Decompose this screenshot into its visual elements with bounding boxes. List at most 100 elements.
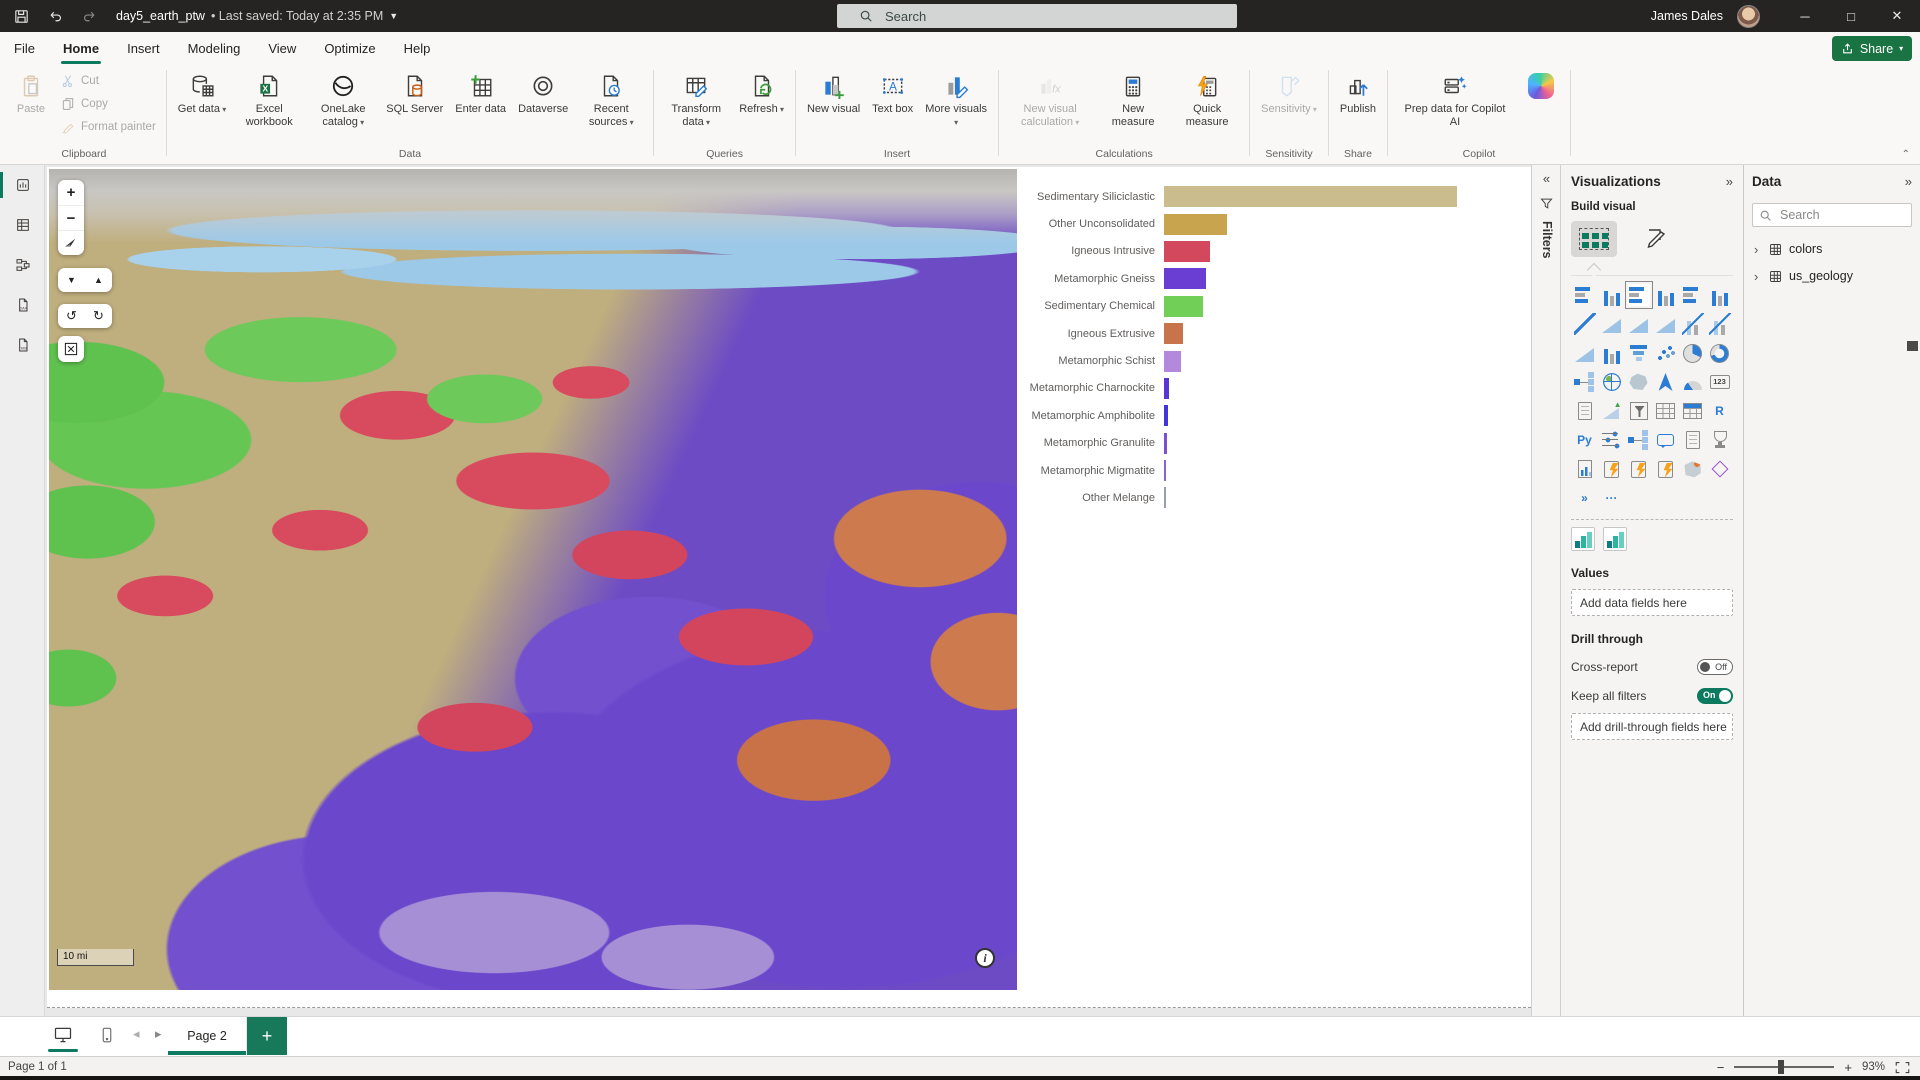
viz-icon-r-script-visual[interactable] [1706,400,1733,422]
zoom-slider[interactable] [1734,1066,1834,1068]
undo-icon[interactable] [42,3,68,29]
zoom-in-icon[interactable]: + [1844,1060,1852,1075]
viz-icon-map[interactable] [1598,371,1625,393]
chart-bar[interactable] [1164,268,1206,289]
viz-icon-line-chart[interactable] [1571,313,1598,335]
viz-icon-clustered-column-chart[interactable] [1652,284,1679,306]
viz-icon-multi-row-card[interactable] [1571,400,1598,422]
viz-icon-qa-visual[interactable] [1652,429,1679,451]
map-pitch-up-button[interactable]: ▲ [85,268,112,292]
global-search-box[interactable] [837,4,1237,28]
share-button[interactable]: Share ▾ [1832,36,1912,61]
search-input[interactable] [883,8,1183,25]
viz-icon-metrics[interactable] [1706,429,1733,451]
avatar[interactable] [1737,5,1760,28]
ribbon-button-sql-server[interactable]: SQL Server [381,68,448,118]
viz-icon-100-stacked-column-chart[interactable] [1706,284,1733,306]
ribbon-button-copilot[interactable] [1518,68,1564,105]
chart-bar[interactable] [1164,378,1169,399]
viz-icon-power-automate[interactable] [1625,458,1652,480]
viz-icon-donut-chart[interactable] [1706,342,1733,364]
chart-bar[interactable] [1164,214,1227,235]
viz-icon-line-and-clustered-column-chart[interactable] [1706,313,1733,335]
chart-bar[interactable] [1164,241,1210,262]
data-table-colors[interactable]: ›colors [1752,237,1912,261]
viz-icon-100-stacked-area-chart[interactable] [1652,313,1679,335]
ribbon-button-excel-workbook[interactable]: XExcel workbook [233,68,305,131]
viz-icon-gauge[interactable] [1679,371,1706,393]
fit-to-page-icon[interactable] [1895,1061,1910,1074]
chart-bar[interactable] [1164,460,1166,481]
ribbon-button-prep-data-for-copilot[interactable]: Prep data for Copilot AI [1394,68,1516,131]
viz-icon-new-slicer[interactable] [1598,429,1625,451]
viz-icon-table[interactable] [1652,400,1679,422]
viz-icon-kpi[interactable] [1598,400,1625,422]
viz-icon-clustered-bar-chart[interactable] [1625,284,1652,306]
chart-bar[interactable] [1164,433,1167,454]
ribbon-tab-optimize[interactable]: Optimize [310,32,389,64]
data-search-box[interactable] [1752,203,1912,227]
chart-bar[interactable] [1164,405,1168,426]
map-pitch-down-button[interactable]: ▼ [58,268,85,292]
page-tab[interactable]: Page 2 [168,1017,247,1055]
viz-icon-arcgis-maps[interactable] [1679,458,1706,480]
viz-icon-azure-map[interactable] [1652,371,1679,393]
ribbon-tab-home[interactable]: Home [49,32,113,64]
expand-chevron-icon[interactable]: › [1754,242,1762,257]
report-canvas[interactable]: + − ▼ ▲ ↺ ↻ 10 mi i Sedimentary [47,167,1531,1008]
ribbon-button-transform-data[interactable]: Transform data ▾ [660,68,732,131]
ribbon-button-enter-data[interactable]: Enter data [450,68,511,118]
rail-item-dax-query-view[interactable]: DAX [0,285,45,325]
filter-funnel-icon[interactable] [1532,191,1561,215]
viz-icon-paginated-report[interactable] [1571,458,1598,480]
scrollbar-thumb[interactable] [1907,341,1918,351]
viz-icon-area-chart[interactable] [1598,313,1625,335]
viz-icon-waterfall-chart[interactable] [1598,342,1625,364]
map-attribution-info-icon[interactable]: i [975,948,995,968]
geology-terrain-map[interactable] [49,169,1017,990]
filters-expand-icon[interactable]: « [1532,165,1561,191]
ribbon-tab-file[interactable]: File [0,32,49,64]
ribbon-button-new-visual-calculation[interactable]: fxNew visual calculation ▾ [1005,68,1095,131]
chart-bar[interactable] [1164,487,1166,508]
map-rotate-cw-button[interactable]: ↻ [85,304,112,328]
drill-through-field-well[interactable]: Add drill-through fields here [1571,713,1733,740]
new-page-button[interactable]: + [247,1017,287,1055]
zoom-slider-thumb[interactable] [1778,1060,1784,1074]
data-search-input[interactable] [1778,207,1898,223]
chart-bar[interactable] [1164,186,1457,207]
viz-icon-power-platform[interactable] [1571,487,1598,509]
mobile-layout-icon[interactable] [92,1023,122,1047]
data-table-us_geology[interactable]: ›us_geology [1752,264,1912,288]
visualizations-collapse-icon[interactable]: » [1726,174,1733,189]
viz-icon-card[interactable] [1706,371,1733,393]
rail-item-report-view[interactable] [0,165,45,205]
ribbon-button-new-measure[interactable]: New measure [1097,68,1169,131]
ribbon-tab-help[interactable]: Help [390,32,445,64]
next-page-chevron-icon[interactable]: ▸ [155,1026,162,1042]
ribbon-button-more-visuals[interactable]: More visuals ▾ [920,68,992,131]
rail-item-table-view[interactable] [0,205,45,245]
ribbon-button-cut[interactable]: Cut [56,72,160,90]
viz-icon-more-options[interactable] [1598,487,1625,509]
viz-icon-matrix[interactable] [1679,400,1706,422]
viz-icon-ribb​on-chart[interactable] [1571,342,1598,364]
viz-icon-stacked-bar-chart[interactable] [1571,284,1598,306]
viz-icon-custom-visual-1[interactable] [1571,528,1595,550]
ribbon-button-format-painter[interactable]: Format painter [56,118,160,136]
ribbon-button-publish[interactable]: Publish [1335,68,1381,118]
ribbon-button-new-visual[interactable]: New visual [802,68,865,118]
format-visual-tab[interactable] [1643,227,1667,251]
map-zoom-out-button[interactable]: − [58,205,84,230]
viz-icon-filled-map[interactable] [1625,371,1652,393]
expand-chevron-icon[interactable]: › [1754,269,1762,284]
data-panel-collapse-icon[interactable]: » [1905,174,1912,189]
close-button[interactable]: ✕ [1874,0,1920,32]
ribbon-collapse-icon[interactable]: ⌃ [1902,149,1910,160]
ribbon-button-text-box[interactable]: AText box [867,68,918,118]
maximize-button[interactable]: □ [1828,0,1874,32]
viz-icon-power-apps[interactable] [1598,458,1625,480]
viz-icon-scatter-chart[interactable] [1652,342,1679,364]
ribbon-button-paste[interactable]: Paste [8,68,54,118]
ribbon-button-recent-sources[interactable]: Recent sources ▾ [575,68,647,131]
